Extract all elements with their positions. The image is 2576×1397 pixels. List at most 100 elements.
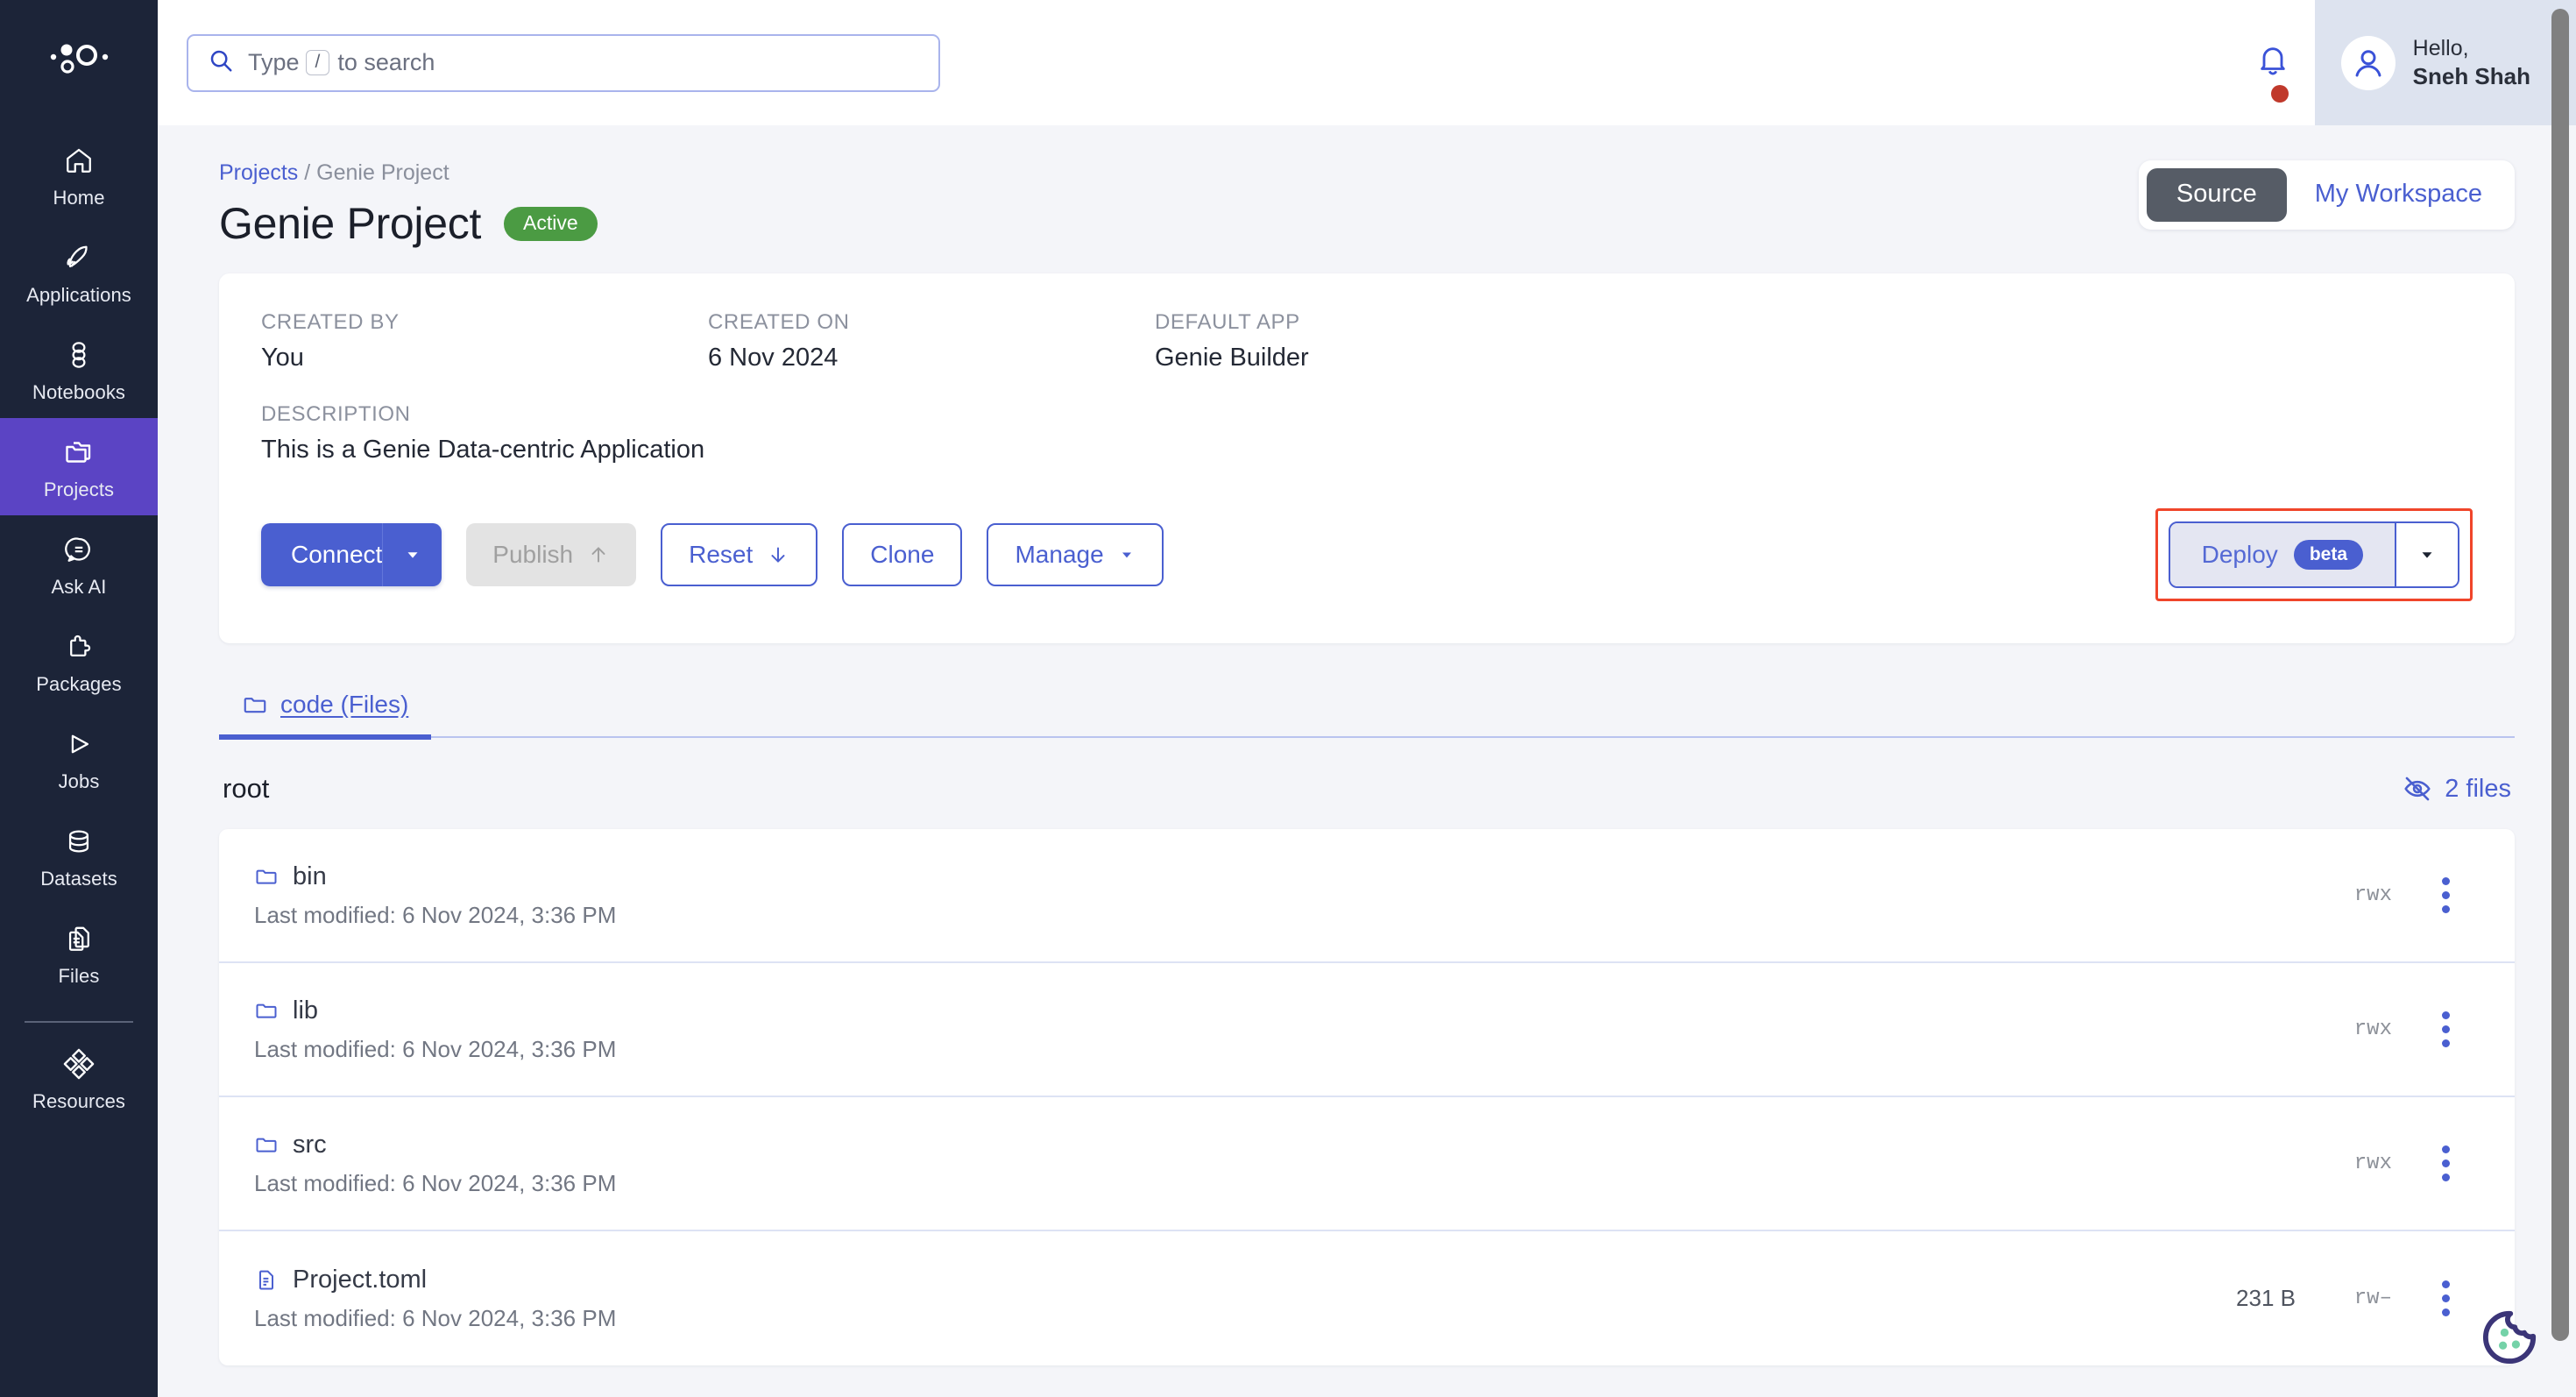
title-row: Genie Project Active: [219, 198, 598, 249]
clone-label: Clone: [870, 541, 935, 568]
chevron-down-icon: [407, 552, 418, 558]
default-app-label: DEFAULT APP: [1155, 310, 1300, 334]
clone-button[interactable]: Clone: [842, 523, 963, 586]
file-modified: Last modified: 6 Nov 2024, 3:36 PM: [254, 1035, 617, 1062]
publish-button[interactable]: Publish: [466, 523, 637, 586]
page-content: Projects / Genie Project Genie Project A…: [158, 125, 2576, 1397]
file-tabs: code (Files): [219, 682, 2515, 740]
sidebar-item-label: Notebooks: [32, 381, 126, 403]
primary-sidebar: Home Applications Notebooks Projects Ask: [0, 0, 158, 1397]
sidebar-item-notebooks[interactable]: Notebooks: [0, 321, 158, 418]
default-app-value: Genie Builder: [1155, 344, 1309, 372]
search-placeholder-before: Type: [248, 49, 300, 75]
page-title: Genie Project: [219, 199, 482, 248]
page-scrollbar[interactable]: [2551, 9, 2569, 1341]
connect-dropdown-caret[interactable]: [382, 523, 442, 586]
tab-my-workspace[interactable]: My Workspace: [2290, 168, 2507, 222]
file-list: bin Last modified: 6 Nov 2024, 3:36 PM r…: [219, 829, 2515, 1365]
connect-split-button: Connect: [261, 523, 442, 586]
manage-button[interactable]: Manage: [987, 523, 1164, 586]
table-row[interactable]: src Last modified: 6 Nov 2024, 3:36 PM r…: [219, 1097, 2515, 1231]
sidebar-item-projects[interactable]: Projects: [0, 418, 158, 515]
greeting-text: Hello,: [2412, 35, 2469, 60]
tab-code-files[interactable]: code (Files): [219, 682, 432, 740]
sidebar-item-label: Home: [53, 187, 105, 209]
status-badge: Active: [504, 206, 598, 241]
beta-badge: beta: [2293, 540, 2363, 570]
sidebar-item-label: Ask AI: [51, 576, 107, 598]
app-root: Home Applications Notebooks Projects Ask: [0, 0, 2576, 1397]
file-row-main: lib Last modified: 6 Nov 2024, 3:36 PM: [254, 996, 2182, 1063]
sidebar-item-resources[interactable]: Resources: [0, 1030, 158, 1127]
sidebar-item-home[interactable]: Home: [0, 126, 158, 223]
sidebar-item-applications[interactable]: Applications: [0, 223, 158, 321]
deploy-highlight-box: Deploy beta: [2155, 508, 2473, 601]
sidebar-item-packages[interactable]: Packages: [0, 613, 158, 710]
sidebar-item-files[interactable]: Files: [0, 904, 158, 1002]
home-icon: [60, 142, 97, 179]
file-name-label: src: [293, 1130, 327, 1159]
view-toggle: Source My Workspace: [2138, 160, 2515, 230]
folder-icon: [256, 1003, 277, 1018]
global-search[interactable]: Type / to search: [187, 33, 940, 92]
reset-button[interactable]: Reset: [661, 523, 818, 586]
table-row[interactable]: Project.toml Last modified: 6 Nov 2024, …: [219, 1231, 2515, 1365]
table-row[interactable]: bin Last modified: 6 Nov 2024, 3:36 PM r…: [219, 829, 2515, 963]
file-permissions: rwx: [2353, 1018, 2392, 1041]
cookie-consent-button[interactable]: [2473, 1301, 2546, 1374]
hidden-files-label: 2 files: [2445, 774, 2511, 803]
chevron-down-icon: [2422, 552, 2432, 558]
top-bar: Type / to search Hello, Sneh Shah: [158, 0, 2576, 125]
file-list-header: root 2 files: [219, 773, 2515, 805]
row-actions-menu[interactable]: [2415, 1280, 2476, 1316]
deploy-button[interactable]: Deploy beta: [2169, 523, 2395, 586]
file-row-name[interactable]: lib: [254, 996, 2182, 1025]
created-by-value: You: [261, 344, 304, 372]
user-menu[interactable]: Hello, Sneh Shah: [2314, 0, 2576, 125]
search-input[interactable]: Type / to search: [187, 33, 940, 92]
file-name-label: Project.toml: [293, 1265, 428, 1294]
connect-button[interactable]: Connect: [261, 523, 383, 586]
file-permissions: rwx: [2353, 1152, 2392, 1175]
sidebar-item-label: Applications: [26, 284, 131, 306]
row-actions-menu[interactable]: [2415, 1145, 2476, 1181]
file-permissions: rw–: [2353, 1287, 2392, 1310]
default-app-field: DEFAULT APP Genie Builder: [1155, 310, 1309, 372]
table-row[interactable]: lib Last modified: 6 Nov 2024, 3:36 PM r…: [219, 963, 2515, 1097]
file-row-main: Project.toml Last modified: 6 Nov 2024, …: [254, 1266, 2182, 1332]
sidebar-item-label: Packages: [36, 673, 122, 695]
row-actions-menu[interactable]: [2415, 877, 2476, 913]
sidebar-item-ask-ai[interactable]: Ask AI: [0, 515, 158, 613]
deploy-dropdown-caret[interactable]: [2395, 523, 2458, 586]
file-row-name[interactable]: bin: [254, 862, 2182, 891]
file-row-main: src Last modified: 6 Nov 2024, 3:36 PM: [254, 1131, 2182, 1197]
slash-key-hint: /: [305, 50, 330, 75]
hidden-files-toggle[interactable]: 2 files: [2403, 774, 2511, 804]
row-actions-menu[interactable]: [2415, 1011, 2476, 1047]
tab-label: code (Files): [280, 691, 409, 718]
chat-bubble-icon: [60, 531, 97, 568]
sidebar-item-jobs[interactable]: Jobs: [0, 710, 158, 807]
rocket-icon: [60, 239, 97, 276]
sidebar-item-label: Resources: [32, 1090, 126, 1112]
search-placeholder-after: to search: [337, 49, 435, 75]
bubbles-logo-icon[interactable]: [26, 26, 131, 88]
file-size: 231 B: [2236, 1285, 2296, 1311]
deploy-split-button: Deploy beta: [2168, 521, 2459, 588]
file-row-name[interactable]: src: [254, 1131, 2182, 1159]
page-header: Projects / Genie Project Genie Project A…: [219, 125, 2515, 249]
play-triangle-icon: [60, 726, 97, 762]
file-name-label: lib: [293, 996, 319, 1025]
description-label: DESCRIPTION: [261, 402, 411, 426]
database-icon: [60, 823, 97, 860]
action-button-row: Connect Publish Reset Clone Manage Deplo…: [261, 508, 2473, 601]
user-greeting: Hello, Sneh Shah: [2413, 35, 2530, 91]
diamonds-icon: [60, 1046, 97, 1082]
bell-icon: [2255, 43, 2290, 82]
description-field: DESCRIPTION This is a Genie Data-centric…: [261, 402, 2473, 464]
sidebar-item-datasets[interactable]: Datasets: [0, 807, 158, 904]
tab-source[interactable]: Source: [2146, 168, 2287, 222]
file-row-name[interactable]: Project.toml: [254, 1266, 2182, 1294]
breadcrumb-projects-link[interactable]: Projects: [219, 160, 298, 185]
notifications-button[interactable]: [2231, 43, 2315, 103]
